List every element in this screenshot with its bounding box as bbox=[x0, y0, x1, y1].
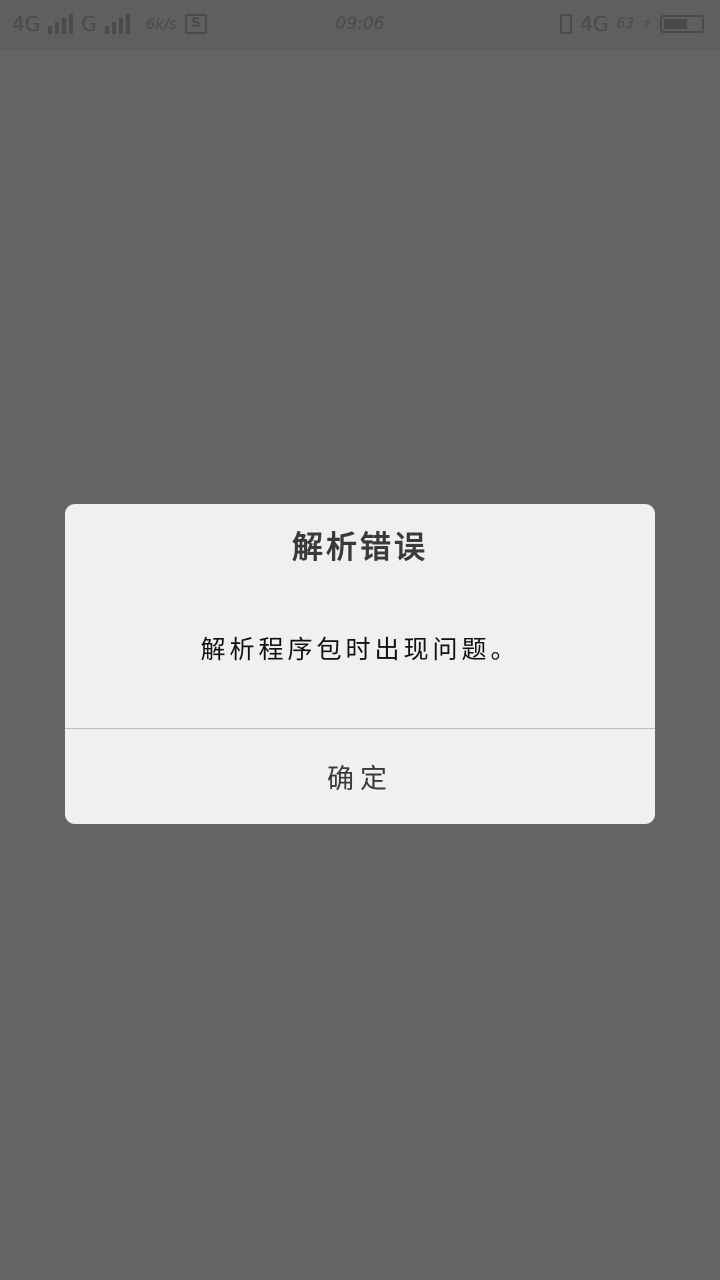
dialog-title: 解析错误 bbox=[292, 530, 428, 566]
charging-icon: ⚡ bbox=[642, 16, 652, 32]
mobile-data-label: 4G bbox=[580, 12, 609, 36]
battery-icon bbox=[660, 15, 704, 33]
status-bar-right: 4G 63 ⚡ bbox=[560, 12, 704, 36]
dialog-message: 解析程序包时出现问题。 bbox=[200, 635, 520, 664]
battery-percent: 63 bbox=[616, 16, 635, 32]
battery-fill bbox=[664, 19, 687, 29]
ok-button[interactable]: 确定 bbox=[65, 729, 655, 824]
vibrate-icon bbox=[560, 14, 573, 34]
parse-error-dialog: 解析错误 解析程序包时出现问题。 确定 bbox=[65, 504, 655, 824]
status-bar: 4G G 6k/s S 09:06 4G 63 ⚡ bbox=[0, 0, 720, 50]
